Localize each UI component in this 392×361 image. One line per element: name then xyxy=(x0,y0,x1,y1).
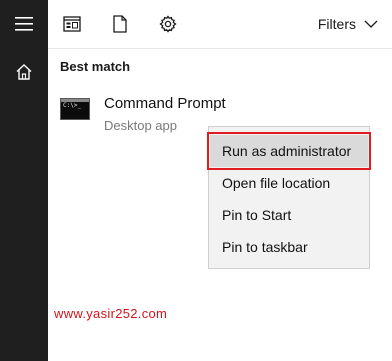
home-button[interactable] xyxy=(0,48,48,96)
menu-item-open-file-location[interactable]: Open file location xyxy=(210,167,368,199)
start-sidebar xyxy=(0,0,48,361)
settings-button[interactable] xyxy=(156,12,180,36)
settings-icon xyxy=(159,15,177,33)
hamburger-menu-icon xyxy=(15,17,33,31)
menu-item-pin-to-start[interactable]: Pin to Start xyxy=(210,199,368,231)
best-match-heading: Best match xyxy=(60,59,131,74)
filters-label: Filters xyxy=(317,16,356,32)
apps-view-button[interactable] xyxy=(60,12,84,36)
context-menu: Run as administrator Open file location … xyxy=(207,126,371,269)
command-prompt-icon-glyph: C:\>_ xyxy=(63,102,82,109)
result-subtitle: Desktop app xyxy=(104,118,177,133)
hamburger-menu-button[interactable] xyxy=(0,0,48,48)
chevron-down-icon xyxy=(364,20,378,28)
filters-dropdown[interactable]: Filters xyxy=(318,12,378,36)
home-icon xyxy=(16,64,32,80)
menu-item-pin-to-taskbar[interactable]: Pin to taskbar xyxy=(210,231,368,263)
search-toolbar: Filters xyxy=(48,0,392,49)
watermark-text: www.yasir252.com xyxy=(54,306,168,321)
search-panel: Filters Best match C:\>_ Command Prompt … xyxy=(48,0,392,361)
result-title: Command Prompt xyxy=(104,95,226,112)
command-prompt-icon: C:\>_ xyxy=(60,98,90,120)
documents-button[interactable] xyxy=(108,12,132,36)
menu-item-run-as-administrator[interactable]: Run as administrator xyxy=(207,132,371,170)
apps-view-icon xyxy=(63,16,81,32)
documents-icon xyxy=(113,15,127,33)
